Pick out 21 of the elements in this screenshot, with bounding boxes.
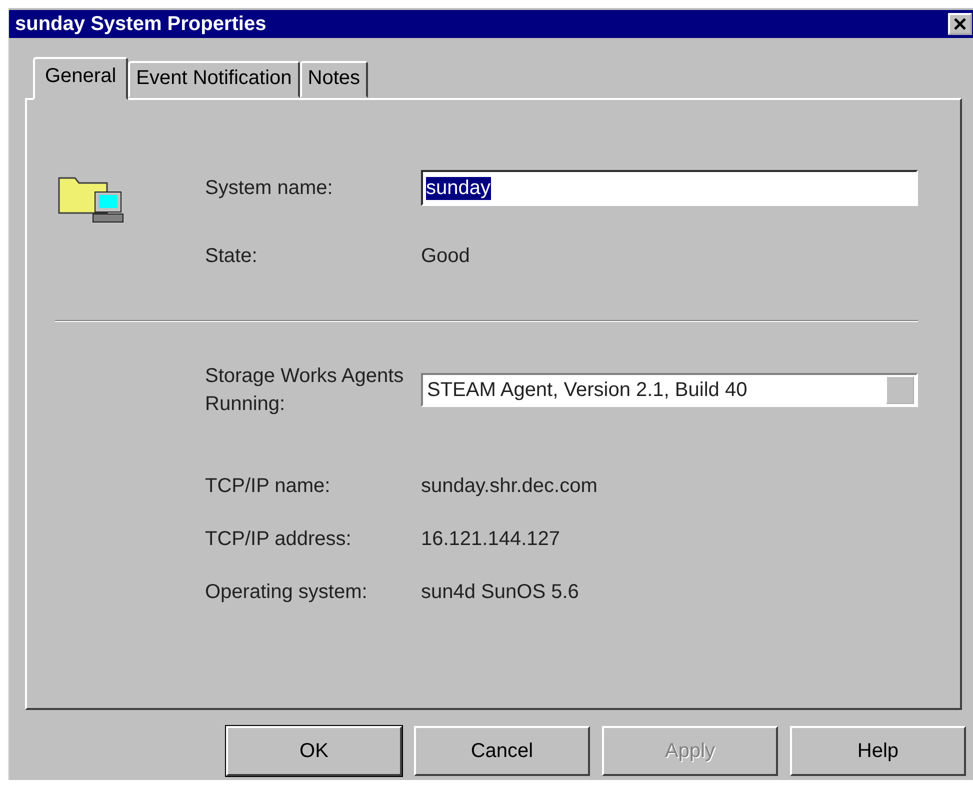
- dialog-button[interactable]: Help: [790, 726, 966, 776]
- system-name-field[interactable]: sunday: [421, 170, 918, 206]
- field-value: sun4d SunOS 5.6: [421, 581, 580, 604]
- field-value: 16.121.144.127: [421, 528, 562, 551]
- agents-dropdown[interactable]: STEAM Agent, Version 2.1, Build 40: [421, 373, 918, 407]
- field-label: Operating system:: [205, 581, 368, 604]
- field-label: State:: [205, 244, 258, 268]
- dialog-button[interactable]: OK: [226, 726, 402, 776]
- close-button[interactable]: [948, 13, 972, 35]
- state-value: Good: [421, 244, 471, 268]
- window-title: sunday System Properties: [15, 12, 266, 36]
- field-label: Storage Works Agents Running:: [205, 364, 405, 417]
- tab[interactable]: General: [33, 57, 128, 100]
- dialog-button[interactable]: Cancel: [414, 726, 590, 776]
- field-value: sunday.shr.dec.com: [421, 475, 598, 498]
- field-label: TCP/IP address:: [205, 528, 352, 551]
- field-label: System name:: [205, 176, 334, 200]
- tab[interactable]: Notes: [300, 61, 368, 98]
- close-icon: [954, 18, 966, 30]
- field-label: TCP/IP name:: [205, 475, 332, 498]
- tab[interactable]: Event Notification: [128, 61, 300, 98]
